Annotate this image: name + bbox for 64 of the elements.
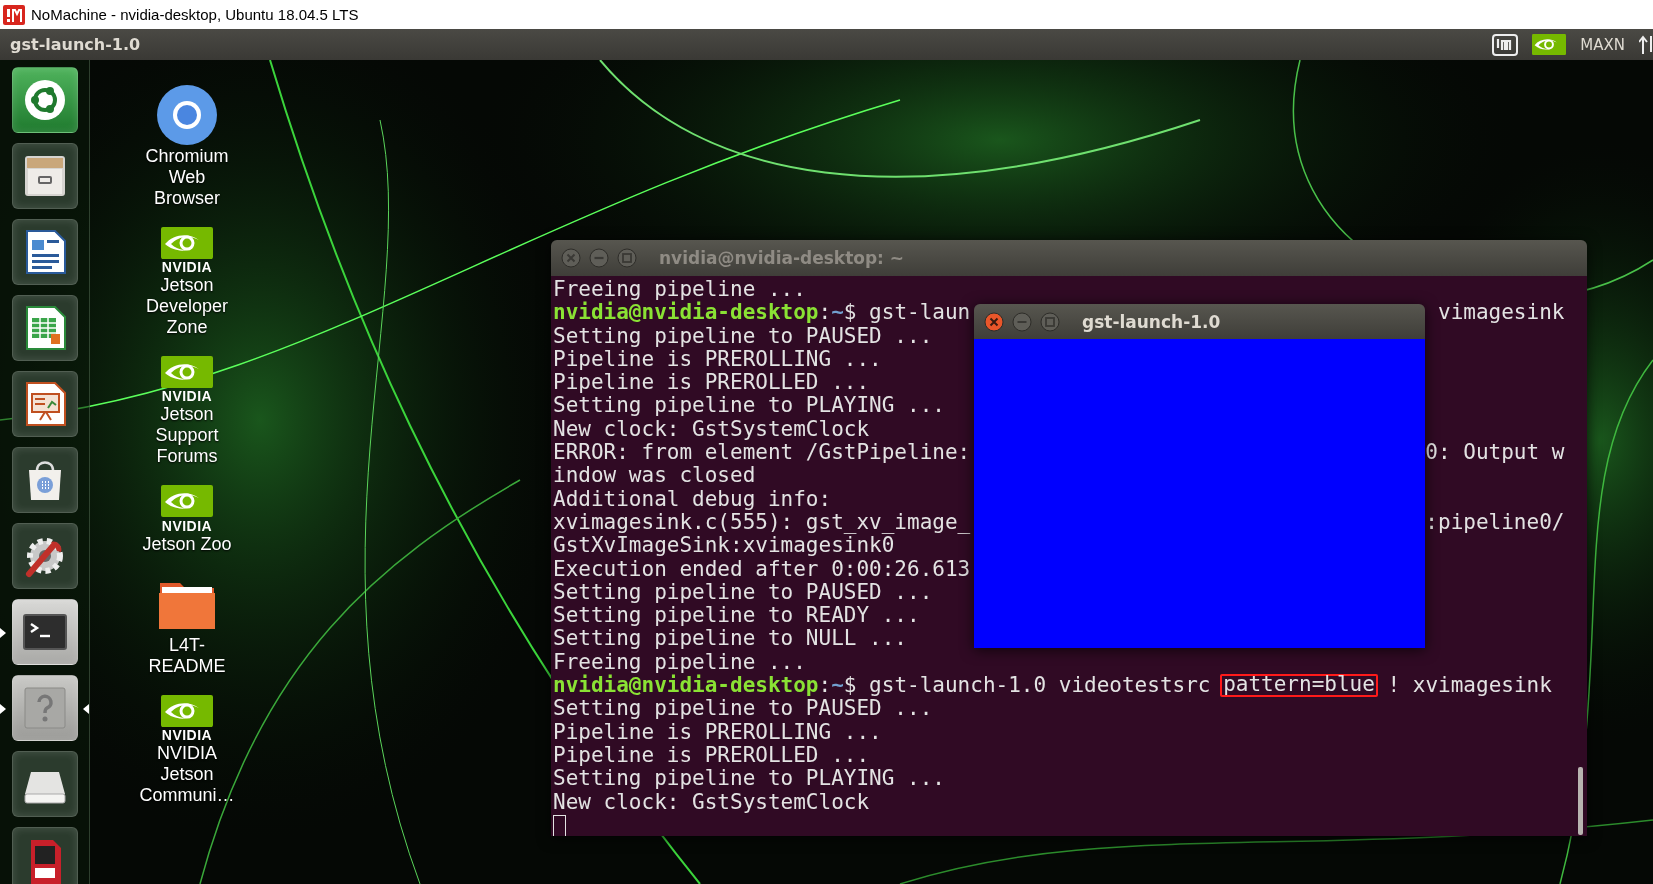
terminal-line: New clock: GstSystemClock: [553, 417, 870, 442]
launcher-item[interactable]: [11, 675, 78, 741]
desktop-icon-label[interactable]: Jetson Developer Zone: [135, 275, 239, 339]
launcher-item[interactable]: [11, 371, 78, 437]
eye-logo-icon: [161, 694, 213, 727]
remote-desktop-icon[interactable]: [1492, 33, 1519, 56]
launcher-item[interactable]: [11, 67, 78, 133]
window-title: NoMachine - nvidia-desktop, Ubuntu 18.04.5 LTS: [31, 6, 359, 23]
terminal-line: nvidia@nvidia-desktop:~$ gst-launch-1.0 videotestsrc pattern=blue ! xvimagesink: [553, 674, 1552, 698]
logo-wordmark: NVIDIA: [161, 260, 213, 276]
logo-wordmark: NVIDIA: [161, 518, 213, 534]
terminal-line: indow was closed: [553, 464, 756, 488]
window-title: nvidia@nvidia-desktop: ~: [659, 248, 905, 268]
terminal-line: Freeing pipeline ...: [553, 278, 806, 302]
terminal-line: Setting pipeline to READY ...: [553, 604, 920, 628]
desktop-icon-label[interactable]: NVIDIA Jetson Communi…: [135, 742, 239, 806]
eye-logo-icon: [161, 356, 213, 389]
network-arrows-icon[interactable]: [1639, 33, 1653, 56]
nvidia-eye-icon: [1532, 33, 1567, 56]
close-icon[interactable]: [984, 311, 1004, 332]
terminal-line: Pipeline is PREROLLING ...: [553, 347, 882, 372]
terminal-line: Setting pipeline to PAUSED ...: [553, 580, 933, 605]
terminal-line: ERROR: from element /GstPipeline:: [553, 441, 971, 465]
app-logo-icon: [3, 4, 25, 25]
terminal-line: Setting pipeline to NULL ...: [553, 627, 907, 651]
window-title: gst-launch-1.0: [1082, 311, 1221, 332]
launcher-item[interactable]: [11, 219, 78, 285]
launcher-item[interactable]: [11, 523, 78, 589]
text-cursor: [553, 814, 566, 836]
terminal-line: nvidia@nvidia-desktop:~$ gst-laun: [553, 301, 971, 325]
browser-icon: [156, 84, 218, 146]
terminal-line: Freeing pipeline ...: [553, 650, 806, 675]
terminal-line: Pipeline is PREROLLING ...: [553, 720, 882, 744]
terminal-line: Setting pipeline to PLAYING ...: [553, 394, 945, 418]
launcher-item[interactable]: [11, 447, 78, 513]
terminal-line: :pipeline0/: [1425, 510, 1566, 535]
desktop-icon-label[interactable]: Jetson Support Forums: [135, 404, 239, 468]
terminal-line: GstXvImageSink:xvimagesink0: [553, 534, 895, 558]
terminal-line: Pipeline is PREROLLED ...: [553, 371, 870, 395]
launcher-item[interactable]: [11, 599, 78, 665]
scrollbar[interactable]: [1578, 767, 1583, 836]
terminal-line: New clock: GstSystemClock: [553, 790, 870, 814]
logo-wordmark: NVIDIA: [161, 389, 213, 405]
terminal-line: Setting pipeline to PAUSED ...: [553, 697, 933, 721]
terminal-line: Setting pipeline to PLAYING ...: [553, 767, 945, 791]
desktop-icon-label[interactable]: Jetson Zoo: [135, 533, 239, 555]
terminal-line: Execution ended after 0:00:26.613: [553, 557, 971, 581]
launcher-item[interactable]: [11, 827, 78, 884]
launcher-item[interactable]: [11, 295, 78, 361]
terminal-line: vimagesink: [1437, 301, 1566, 325]
terminal-line: Setting pipeline to PAUSED ...: [553, 324, 933, 348]
logo-wordmark: NVIDIA: [161, 727, 213, 743]
desktop-icon-label[interactable]: L4T-README: [135, 634, 239, 677]
eye-logo-icon: [161, 485, 213, 518]
terminal-line: Pipeline is PREROLLED ...: [553, 743, 870, 768]
eye-logo-icon: [161, 227, 213, 260]
app-title: gst-launch-1.0: [10, 35, 142, 54]
terminal-line: 0: Output w: [1425, 441, 1566, 465]
terminal-line: Additional debug info:: [553, 487, 832, 511]
desktop-icon-label[interactable]: Chromium Web Browser: [135, 146, 239, 209]
launcher-item[interactable]: [11, 143, 78, 209]
power-mode[interactable]: MAXN: [1580, 35, 1625, 54]
terminal-line: xvimagesink.c(555): gst_xv_image_: [553, 510, 971, 535]
launcher-item[interactable]: [11, 751, 78, 817]
